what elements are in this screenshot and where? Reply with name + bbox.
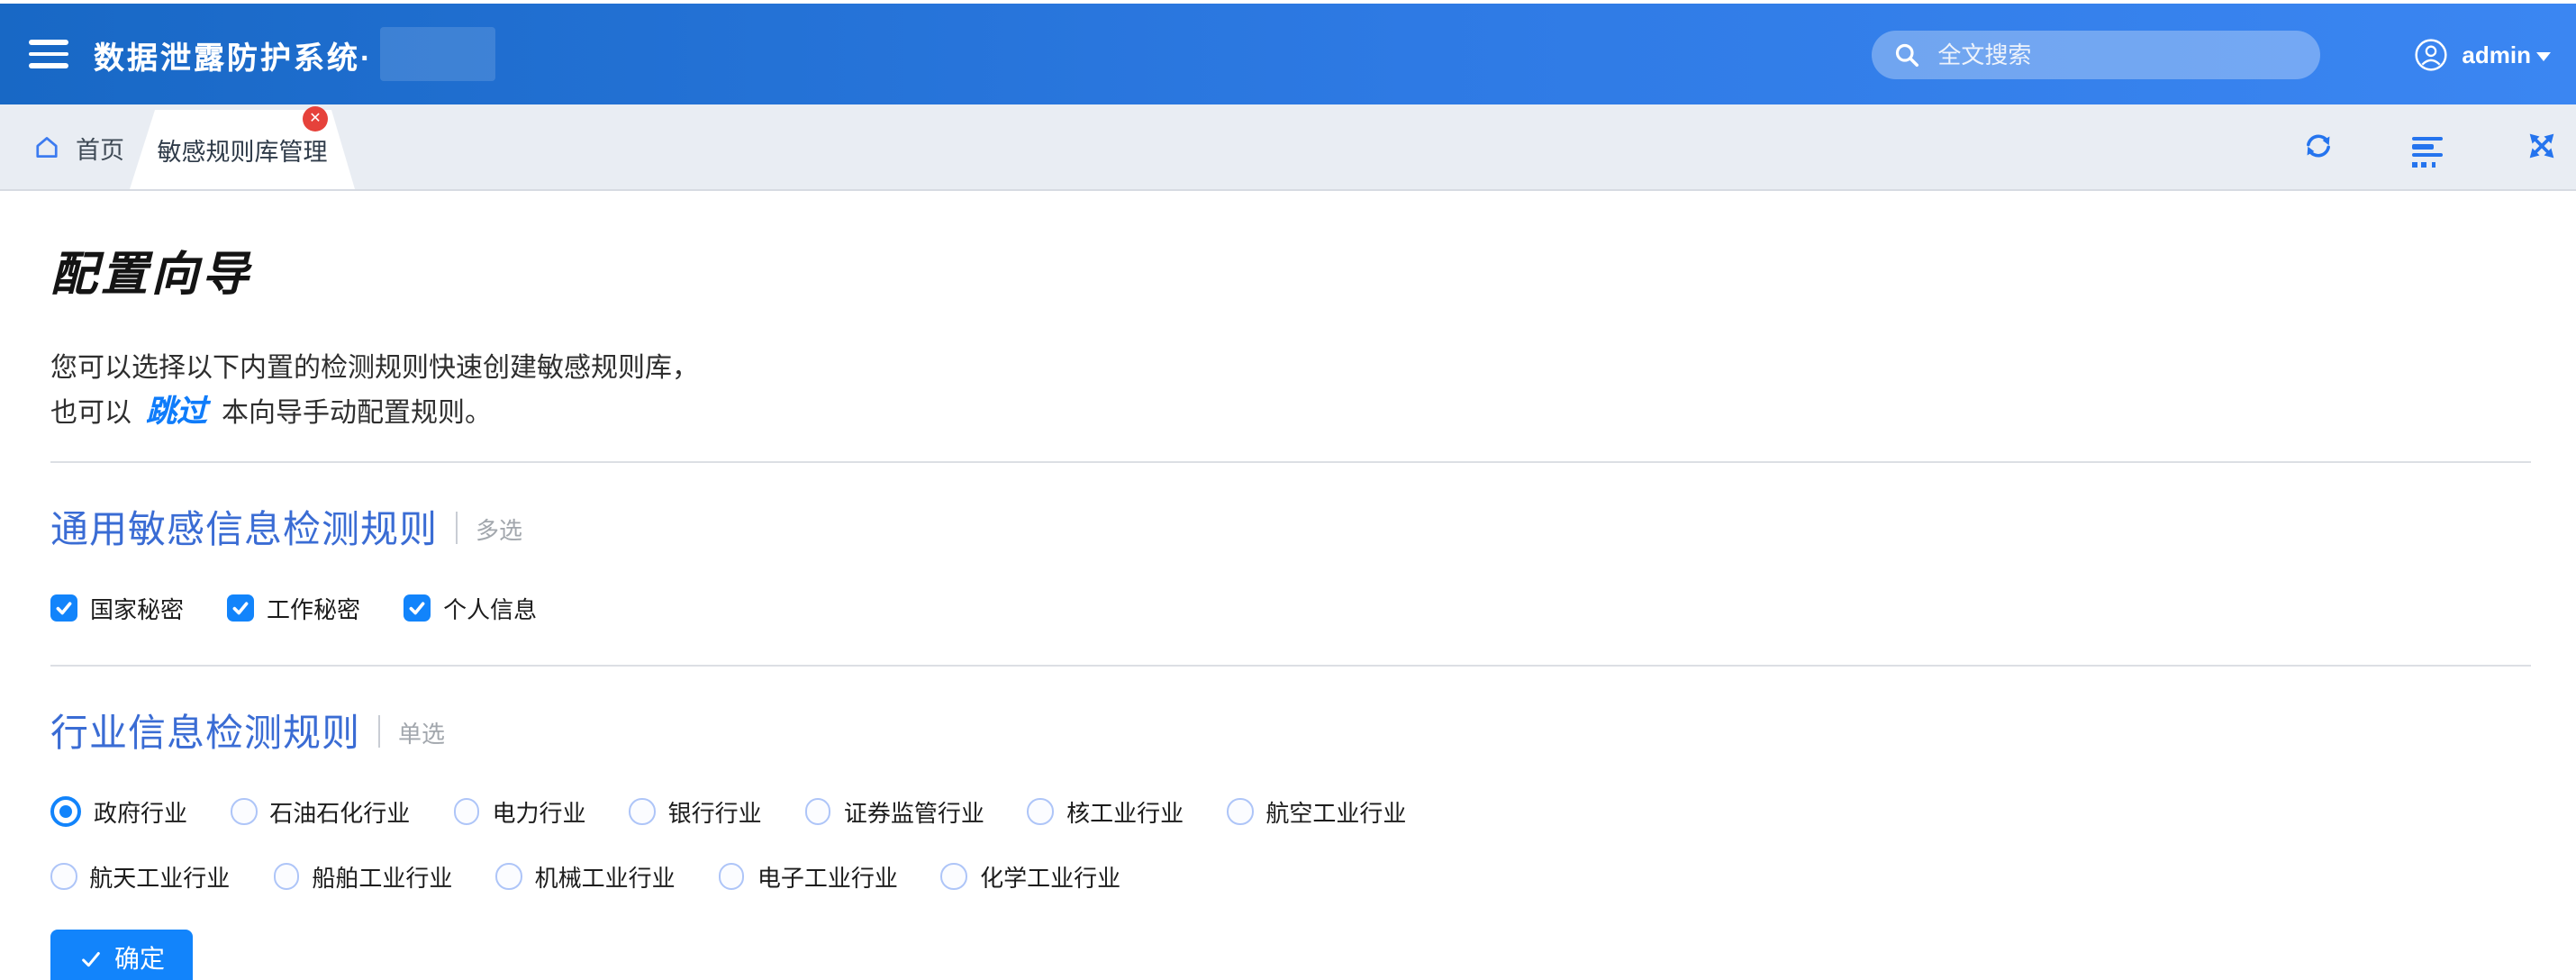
intro-suffix: 本向导手动配置规则。 [222,398,492,429]
section-general-header: 通用敏感信息检测规则 多选 [50,501,2531,555]
radio-icon[interactable] [719,863,745,889]
confirm-button-label: 确定 [114,940,165,976]
tab-active-label: 敏感规则库管理 [158,132,328,168]
checkbox-option-state-secret[interactable]: 国家秘密 [50,591,184,625]
section-industry-header: 行业信息检测规则 单选 [50,704,2531,758]
section-divider [50,665,2531,667]
intro-line1: 您可以选择以下内置的检测规则快速创建敏感规则库， [50,348,2531,391]
tab-home-label: 首页 [76,129,124,165]
refresh-icon[interactable] [2302,130,2335,162]
tab-bar: 首页 敏感规则库管理 ✕ [0,104,2576,191]
radio-option-aviation[interactable]: 航空工业行业 [1227,794,1406,829]
radio-icon[interactable] [453,798,479,824]
fullscreen-icon[interactable] [2526,130,2558,162]
global-search[interactable] [1871,30,2319,78]
checkbox-checked-icon[interactable] [227,594,254,622]
radio-icon[interactable] [50,863,77,889]
radio-icon[interactable] [1227,798,1253,824]
checkbox-checked-icon[interactable] [404,594,431,622]
section-divider [50,461,2531,463]
radio-option-petrochemical[interactable]: 石油石化行业 [231,794,410,829]
tab-close-icon[interactable]: ✕ [303,106,328,132]
section-industry-title: 行业信息检测规则 [50,704,360,758]
checkbox-label: 个人信息 [443,591,537,625]
search-icon [1892,41,1919,68]
radio-option-electric-power[interactable]: 电力行业 [453,794,585,829]
radio-icon[interactable] [941,863,967,889]
checkbox-label: 工作秘密 [267,591,360,625]
radio-icon[interactable] [273,863,299,889]
radio-option-aerospace[interactable]: 航天工业行业 [50,859,230,894]
radio-option-machinery[interactable]: 机械工业行业 [495,859,675,894]
tab-home[interactable]: 首页 [32,104,124,189]
intro-prefix: 也可以 [50,398,132,429]
section-general-title: 通用敏感信息检测规则 [50,501,438,555]
vertical-divider [378,715,380,748]
checkbox-checked-icon[interactable] [50,594,77,622]
checkbox-option-personal-info[interactable]: 个人信息 [404,591,537,625]
multi-select-badge: 多选 [476,511,522,545]
checkbox-label: 国家秘密 [90,591,184,625]
page: 数据泄露防护系统· [0,0,2576,980]
radio-group-row2: 航天工业行业 船舶工业行业 机械工业行业 电子工业行业 化学工业行业 [50,859,2531,894]
home-icon [32,132,61,161]
radio-icon[interactable] [629,798,655,824]
username: admin [2462,41,2531,68]
radio-icon[interactable] [495,863,522,889]
list-icon[interactable] [2412,130,2444,162]
app-title: 数据泄露防护系统· [94,32,373,77]
user-avatar-icon [2413,37,2447,71]
radio-option-shipbuilding[interactable]: 船舶工业行业 [273,859,452,894]
skip-link[interactable]: 跳过 [146,395,207,429]
checkbox-option-work-secret[interactable]: 工作秘密 [227,591,360,625]
user-menu[interactable]: admin [2413,37,2551,71]
radio-icon[interactable] [1028,798,1054,824]
checkbox-group: 国家秘密 工作秘密 个人信息 [50,591,2531,625]
radio-option-securities[interactable]: 证券监管行业 [805,794,984,829]
chevron-down-icon [2536,51,2551,60]
search-input[interactable] [1934,39,2298,69]
radio-option-electronics[interactable]: 电子工业行业 [719,859,898,894]
wizard-page: 配置向导 您可以选择以下内置的检测规则快速创建敏感规则库， 也可以跳过本向导手动… [0,238,2576,980]
page-title: 配置向导 [50,238,2531,304]
radio-icon[interactable] [231,798,257,824]
intro-line2: 也可以跳过本向导手动配置规则。 [50,391,2531,436]
radio-option-nuclear[interactable]: 核工业行业 [1028,794,1184,829]
intro-text: 您可以选择以下内置的检测规则快速创建敏感规则库， 也可以跳过本向导手动配置规则。 [50,348,2531,436]
radio-option-chemical[interactable]: 化学工业行业 [941,859,1120,894]
vertical-divider [456,512,458,544]
radio-group-row1: 政府行业 石油石化行业 电力行业 银行行业 证券监管行业 核工业行业 [50,794,2531,829]
confirm-button[interactable]: 确定 [50,930,193,980]
radio-option-banking[interactable]: 银行行业 [629,794,761,829]
header-masked-text [380,27,495,81]
radio-selected-icon[interactable] [50,796,81,827]
hamburger-menu-icon[interactable] [29,40,68,68]
app-header: 数据泄露防护系统· [0,4,2576,104]
single-select-badge: 单选 [398,714,445,749]
radio-option-government[interactable]: 政府行业 [50,794,187,829]
check-icon [78,947,102,970]
radio-icon[interactable] [805,798,831,824]
